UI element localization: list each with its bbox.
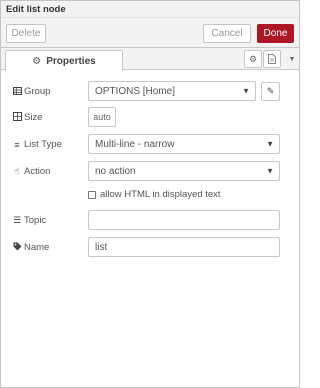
grid-icon (12, 112, 22, 123)
gear-icon: ⚙ (248, 53, 258, 64)
tab-node-settings[interactable]: ⚙ (244, 50, 262, 68)
list-type-select[interactable]: Multi-line - narrow ▼ (88, 134, 280, 154)
edit-dialog: Edit list node Delete Cancel Done ⚙ Prop… (0, 0, 300, 388)
gear-icon: ⚙ (32, 55, 42, 67)
chevron-down-icon: ▼ (242, 86, 250, 96)
tag-icon (12, 242, 22, 253)
name-input[interactable]: list (88, 237, 280, 257)
allow-html-option: allow HTML in displayed text (88, 189, 221, 200)
action-select[interactable]: no action ▼ (88, 161, 280, 181)
table-icon (12, 86, 22, 97)
cancel-button[interactable]: Cancel (203, 24, 251, 43)
document-icon (268, 54, 276, 64)
tab-properties-label: Properties (46, 55, 96, 67)
chevron-down-icon: ▼ (266, 166, 274, 176)
list-type-label: ≡ List Type (12, 139, 62, 150)
dialog-title: Edit list node (6, 4, 66, 15)
dialog-toolbar: Delete Cancel Done (1, 18, 299, 48)
pointer-hand-icon: ☝ (14, 166, 20, 176)
topic-input[interactable] (88, 210, 280, 230)
group-select[interactable]: OPTIONS [Home] ▼ (88, 81, 256, 101)
dialog-titlebar: Edit list node (1, 1, 299, 18)
allow-html-checkbox[interactable] (88, 190, 96, 199)
size-button[interactable]: auto (88, 107, 116, 127)
caret-down-icon: ▼ (288, 55, 296, 63)
list-icon: ≡ (14, 139, 20, 150)
done-button[interactable]: Done (257, 24, 294, 43)
action-label: ☝ Action (12, 166, 50, 177)
topic-label: ☰ Topic (12, 215, 47, 226)
tab-more-button[interactable]: ▼ (285, 50, 299, 68)
edit-group-button[interactable]: ✎ (261, 82, 280, 101)
group-label: Group (12, 86, 50, 97)
size-label: Size (12, 112, 42, 123)
pencil-icon: ✎ (266, 86, 275, 96)
tab-properties[interactable]: ⚙ Properties (5, 50, 123, 71)
tab-description[interactable] (263, 50, 281, 68)
tasks-icon: ☰ (12, 215, 22, 225)
tabs-bar: ⚙ Properties ⚙ ▼ (1, 48, 299, 71)
name-label: Name (12, 242, 49, 253)
delete-button[interactable]: Delete (6, 24, 46, 43)
chevron-down-icon: ▼ (266, 139, 274, 149)
allow-html-label: allow HTML in displayed text (100, 189, 221, 200)
